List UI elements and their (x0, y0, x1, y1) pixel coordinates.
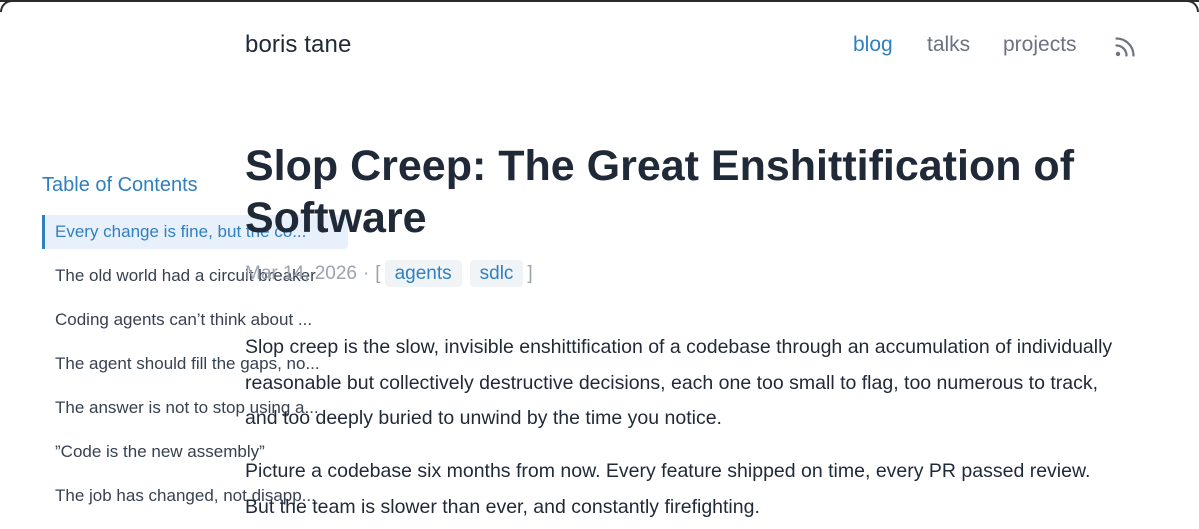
nav-blog[interactable]: blog (853, 33, 893, 57)
tag-sdlc[interactable]: sdlc (469, 260, 524, 287)
nav-projects[interactable]: projects (1003, 33, 1077, 57)
article-title: Slop Creep: The Great Enshittification o… (245, 142, 1075, 242)
meta-separator: · (362, 262, 370, 284)
article-paragraph-1: Slop creep is the slow, invisible enshit… (245, 336, 1113, 429)
nav-talks[interactable]: talks (927, 33, 970, 57)
article-meta: Mar 14, 2026 · [ agents sdlc ] (245, 260, 533, 287)
article-paragraph-2: Picture a codebase six months from now. … (245, 460, 1091, 518)
tag-agents[interactable]: agents (384, 260, 462, 287)
tags-bracket-close: ] (527, 262, 533, 284)
tags-bracket-open: [ (375, 262, 381, 284)
rss-icon[interactable] (1114, 36, 1136, 58)
toc-title: Table of Contents (42, 174, 198, 196)
site-name-link[interactable]: boris tane (245, 31, 351, 59)
article-date: Mar 14, 2026 (245, 262, 357, 284)
window-frame-top (0, 0, 1199, 2)
